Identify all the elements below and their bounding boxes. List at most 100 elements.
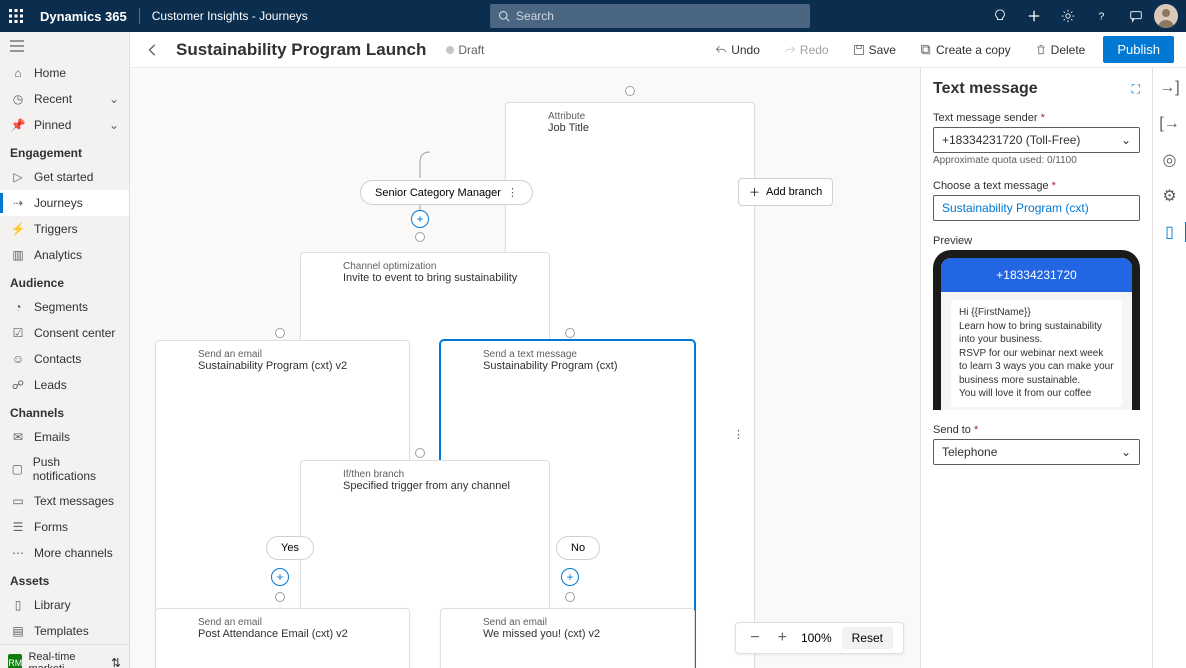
create-copy-button[interactable]: Create a copy: [914, 39, 1017, 61]
redo-icon: [784, 44, 796, 56]
messenger-icon[interactable]: [1120, 0, 1152, 32]
nav-analytics[interactable]: ▥Analytics: [0, 242, 129, 268]
journey-canvas[interactable]: ◇ AttributeJob Title ⋮ Senior Category M…: [130, 68, 920, 668]
delete-button[interactable]: Delete: [1029, 39, 1092, 61]
node-subtitle: Send a text message: [483, 349, 618, 360]
node-send-email-yes[interactable]: ✉ Send an emailPost Attendance Email (cx…: [155, 608, 410, 668]
area-label: Real-time marketi...: [28, 651, 105, 668]
nav-label: Forms: [34, 520, 68, 534]
add-step-button[interactable]: +: [271, 568, 289, 586]
message-lookup[interactable]: Sustainability Program (cxt): [933, 195, 1140, 221]
nav-more-channels[interactable]: ⋯More channels: [0, 540, 129, 566]
nav-journeys[interactable]: ⇢ Journeys: [0, 190, 129, 216]
area-avatar: RM: [8, 654, 22, 668]
nav-recent[interactable]: ◷Recent⌄: [0, 86, 129, 112]
publish-button[interactable]: Publish: [1103, 36, 1174, 63]
node-menu-icon[interactable]: ⋮: [723, 428, 744, 441]
nav-forms[interactable]: ☰ Forms: [0, 514, 129, 540]
command-bar: Sustainability Program Launch Draft Undo…: [130, 32, 1186, 68]
nav-label: Journeys: [34, 196, 83, 210]
plus-icon[interactable]: [1018, 0, 1050, 32]
zoom-reset-button[interactable]: Reset: [842, 627, 893, 649]
flow-dot: [275, 592, 285, 602]
pill-label: Yes: [281, 542, 299, 554]
chevron-down-icon: ⌄: [1121, 133, 1131, 147]
properties-panel: Text message ⛶ Text message sender +1833…: [920, 68, 1152, 668]
nav-consent-center[interactable]: ☑Consent center: [0, 320, 129, 346]
no-pill[interactable]: No: [556, 536, 600, 560]
nav-home[interactable]: ⌂Home: [0, 60, 129, 86]
sender-select[interactable]: +18334231720 (Toll-Free) ⌄: [933, 127, 1140, 153]
add-step-button[interactable]: +: [561, 568, 579, 586]
rail-exit-icon[interactable]: [→: [1160, 114, 1180, 134]
nav-push[interactable]: ▢Push notifications: [0, 450, 129, 488]
nav-get-started[interactable]: ▷Get started: [0, 164, 129, 190]
chevron-updown-icon: ⇅: [111, 656, 121, 668]
branch-pill[interactable]: Senior Category Manager ⋮: [360, 180, 533, 205]
nav-group-assets: Assets: [0, 566, 129, 592]
nav-label: Consent center: [34, 326, 115, 340]
area-switcher[interactable]: RM Real-time marketi... ⇅: [0, 644, 129, 668]
rail-goal-icon[interactable]: ◎: [1160, 150, 1180, 170]
nav-text-messages[interactable]: ▭Text messages: [0, 488, 129, 514]
nav-label: Library: [34, 598, 71, 612]
segments-icon: ◔: [10, 299, 26, 315]
user-avatar[interactable]: [1154, 4, 1178, 28]
rail-enter-icon[interactable]: →]: [1160, 78, 1180, 98]
save-button[interactable]: Save: [847, 39, 902, 61]
nav-leads[interactable]: ☍Leads: [0, 372, 129, 398]
copy-icon: [920, 44, 932, 56]
svg-text:?: ?: [1098, 11, 1104, 23]
rail-settings-icon[interactable]: ⚙: [1160, 186, 1180, 206]
global-search[interactable]: Search: [490, 4, 810, 28]
brand-label: Dynamics 365: [32, 9, 135, 24]
nav-collapse-button[interactable]: [0, 32, 129, 60]
flow-dot: [415, 448, 425, 458]
nav-label: Triggers: [34, 222, 78, 236]
gear-icon[interactable]: [1052, 0, 1084, 32]
journey-icon: ⇢: [10, 195, 26, 211]
status-text: Draft: [458, 43, 484, 57]
redo-button[interactable]: Redo: [778, 39, 835, 61]
lightbulb-icon[interactable]: [984, 0, 1016, 32]
flow-dot: [565, 592, 575, 602]
home-icon: ⌂: [10, 65, 26, 81]
nav-pinned[interactable]: 📌Pinned⌄: [0, 112, 129, 138]
pill-menu-icon[interactable]: ⋮: [507, 186, 518, 199]
nav-contacts[interactable]: ☺Contacts: [0, 346, 129, 372]
status-dot-icon: [446, 46, 454, 54]
undo-button[interactable]: Undo: [709, 39, 766, 61]
nav-label: Segments: [34, 300, 88, 314]
chevron-down-icon: ⌄: [1121, 445, 1131, 459]
panel-expand-icon[interactable]: ⛶: [1132, 82, 1140, 97]
header-divider: [139, 8, 140, 24]
templates-icon: ▤: [10, 623, 26, 639]
preview-label: Preview: [933, 235, 1140, 247]
zoom-in-button[interactable]: +: [774, 629, 791, 647]
nav-label: Emails: [34, 430, 70, 444]
yes-pill[interactable]: Yes: [266, 536, 314, 560]
zoom-out-button[interactable]: −: [746, 629, 763, 647]
save-icon: [853, 44, 865, 56]
node-subtitle: Send an email: [198, 349, 347, 360]
add-branch-button[interactable]: ＋ Add branch: [738, 178, 833, 206]
nav-pinned-label: Pinned: [34, 118, 71, 132]
back-button[interactable]: [142, 39, 164, 61]
node-send-email-no[interactable]: ✉ Send an emailWe missed you! (cxt) v2 ⋮: [440, 608, 695, 668]
node-title: We missed you! (cxt) v2: [483, 628, 600, 668]
nav-triggers[interactable]: ⚡Triggers: [0, 216, 129, 242]
nav-templates[interactable]: ▤Templates: [0, 618, 129, 644]
rail-phone-icon[interactable]: ▯: [1160, 222, 1180, 242]
quota-text: Approximate quota used: 0/1100: [933, 155, 1140, 166]
app-launcher-icon[interactable]: [0, 0, 32, 32]
node-subtitle: Attribute: [548, 111, 589, 122]
sendto-select[interactable]: Telephone ⌄: [933, 439, 1140, 465]
nav-segments[interactable]: ◔ Segments: [0, 294, 129, 320]
help-icon[interactable]: ?: [1086, 0, 1118, 32]
add-branch-label: Add branch: [766, 186, 822, 198]
nav-library[interactable]: ▯Library: [0, 592, 129, 618]
add-step-button[interactable]: +: [411, 210, 429, 228]
form-icon: ☰: [10, 519, 26, 535]
flow-start-dot: [625, 86, 635, 96]
nav-emails[interactable]: ✉Emails: [0, 424, 129, 450]
